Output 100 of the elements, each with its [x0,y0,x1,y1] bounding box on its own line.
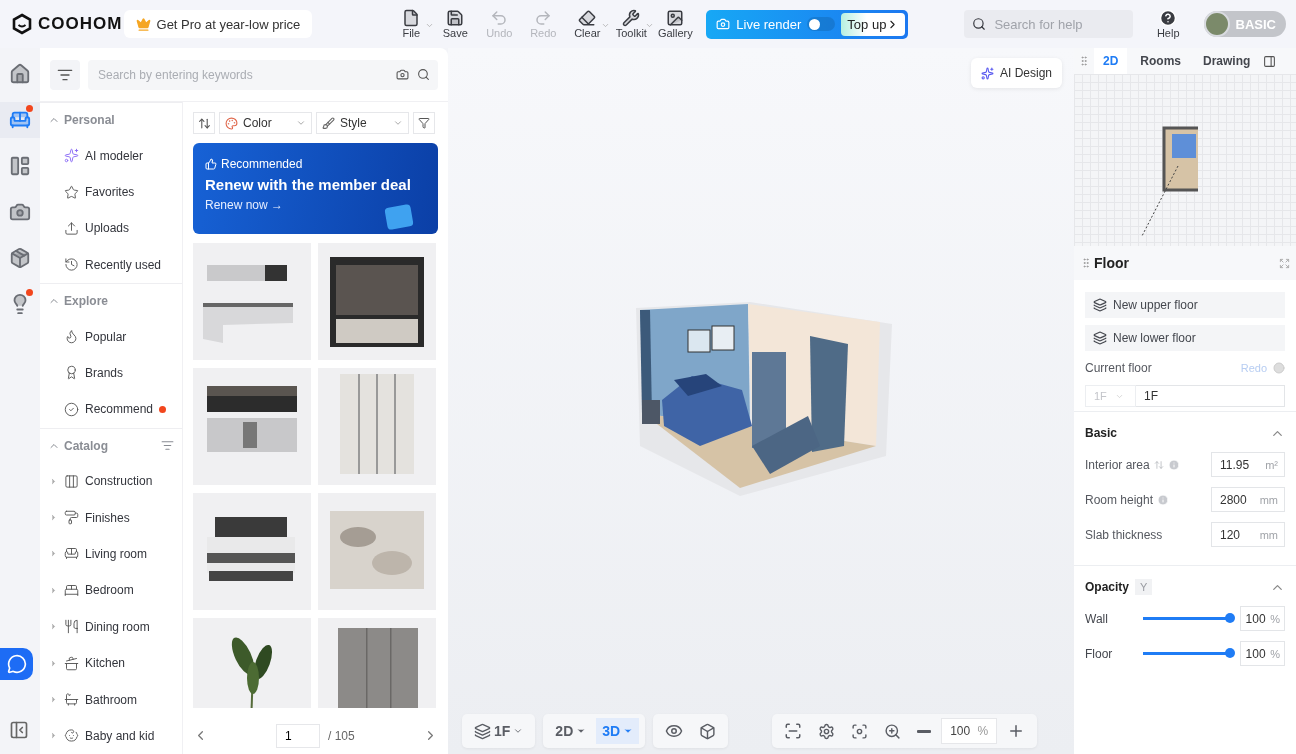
number-field[interactable]: 100 % [1239,641,1285,666]
filter-icon[interactable] [161,439,174,453]
toolbar-button[interactable]: Save [434,9,477,39]
help-search-field[interactable]: Search for help [992,15,1123,33]
category-item[interactable]: Baby and kid [40,717,182,754]
sort-icon [197,116,211,130]
file-icon [402,9,421,27]
upload-icon [64,220,79,236]
crown-icon [135,16,151,32]
dining-icon [64,619,79,635]
search-icon [972,17,987,31]
toolbar-button[interactable]: Clear [566,9,609,39]
drag-handle-icon[interactable] [1080,257,1092,269]
slider-thumb[interactable] [1224,648,1235,658]
minimap[interactable] [1074,74,1296,246]
page-total: / 105 [328,728,356,743]
help-button[interactable]: Help [1150,8,1186,40]
category-item[interactable]: Recommend [40,391,182,428]
view-tab[interactable]: 2D [1094,48,1128,74]
page-field[interactable]: 1 [276,723,320,748]
expand-icon [49,731,58,741]
avatar [1203,11,1230,37]
category-item[interactable]: AI modeler [40,137,182,174]
floor-name-field[interactable]: 1F [1136,385,1285,407]
category-item[interactable]: Popular [40,318,182,355]
category-item[interactable]: Finishes [40,499,182,536]
category-item[interactable]: Construction [40,463,182,500]
section-title: Personal [64,113,116,128]
help-search-box[interactable]: Search for help [964,10,1133,38]
focus-icon [851,722,869,740]
search-field[interactable]: Search by entering keywords [96,66,388,83]
notification-dot [159,405,167,413]
filter-button[interactable] [413,112,435,134]
number-field[interactable]: 2800 mm [1211,487,1285,512]
category-item[interactable]: Bedroom [40,572,182,609]
toolbar-button[interactable]: Toolkit [610,9,653,39]
camera-icon[interactable] [396,68,409,81]
category-item[interactable]: Living room [40,535,182,573]
promo-banner[interactable]: Recommended Renew with the member deal Renew now → [193,143,438,234]
expand-icon [49,549,58,559]
toolbar-button[interactable]: File [390,9,433,39]
arch-icon [64,473,79,489]
layers-icon [1093,298,1107,312]
view-mode-button[interactable]: 2D [549,718,593,744]
plan-icon [9,155,31,177]
toolbar-button[interactable]: Gallery [654,9,697,39]
sort-button[interactable] [193,112,215,134]
logo[interactable]: COOHOM [12,13,124,35]
number-field[interactable]: 11.95 m² [1211,452,1285,477]
house-icon [9,63,31,85]
cube-icon [699,722,717,740]
panel-icon[interactable] [1263,54,1277,68]
sidebar-tab[interactable] [0,102,40,138]
slider-label: Wall [1085,611,1109,626]
category-item[interactable]: Brands [40,354,182,392]
live-render-toggle[interactable] [807,17,836,31]
category-item[interactable]: Uploads [40,210,182,247]
search-box[interactable]: Search by entering keywords [88,59,438,90]
floor-action-button[interactable]: New upper floor [1085,292,1285,318]
panel-icon[interactable] [9,720,29,740]
check-icon [64,401,79,417]
filter-dropdown[interactable]: Style [316,112,409,134]
live-render-button[interactable]: Live render Top up [706,9,909,39]
caret-icon [576,726,587,736]
renew-link[interactable]: Renew now → [205,198,426,212]
help-icon [1159,9,1178,27]
settings-icon [818,722,836,740]
floor-action-button[interactable]: New lower floor [1085,325,1285,351]
caret-icon [513,726,524,736]
ai-icon [64,148,79,164]
view-tab[interactable]: Drawing [1194,48,1260,74]
number-field[interactable]: 120 mm [1211,522,1285,547]
toolkit-icon [622,9,641,27]
layers-icon [474,722,491,740]
slider-thumb[interactable] [1224,613,1235,623]
gallery-icon [666,9,685,27]
chat-button[interactable] [0,648,33,680]
category-item[interactable]: Recently used [40,246,182,283]
zoom-field[interactable]: 100 % [941,718,998,744]
category-item[interactable]: Favorites [40,173,182,211]
number-field[interactable]: 100 % [1239,606,1285,631]
history-icon [64,257,79,273]
toy-icon [64,728,79,744]
view-tab[interactable]: Rooms [1131,48,1190,74]
eye-icon [665,722,684,740]
caret-icon [623,726,634,736]
category-item[interactable]: Kitchen [40,644,182,682]
filter-dropdown[interactable]: Color [219,112,312,134]
section-title: Catalog [64,438,109,453]
search-icon[interactable] [417,68,430,81]
expand-icon [49,585,58,595]
ai-design-button[interactable]: AI Design [970,58,1062,88]
top-up-button[interactable]: Top up [841,12,906,36]
notification-dot [26,105,33,112]
collapse-button[interactable] [50,59,80,90]
promo-button[interactable]: Get Pro at year-low price [123,10,313,38]
category-item[interactable]: Dining room [40,608,182,645]
category-item[interactable]: Bathroom [40,681,182,718]
zoom-value: 100 [950,724,971,738]
drag-handle-icon[interactable] [1078,55,1090,67]
